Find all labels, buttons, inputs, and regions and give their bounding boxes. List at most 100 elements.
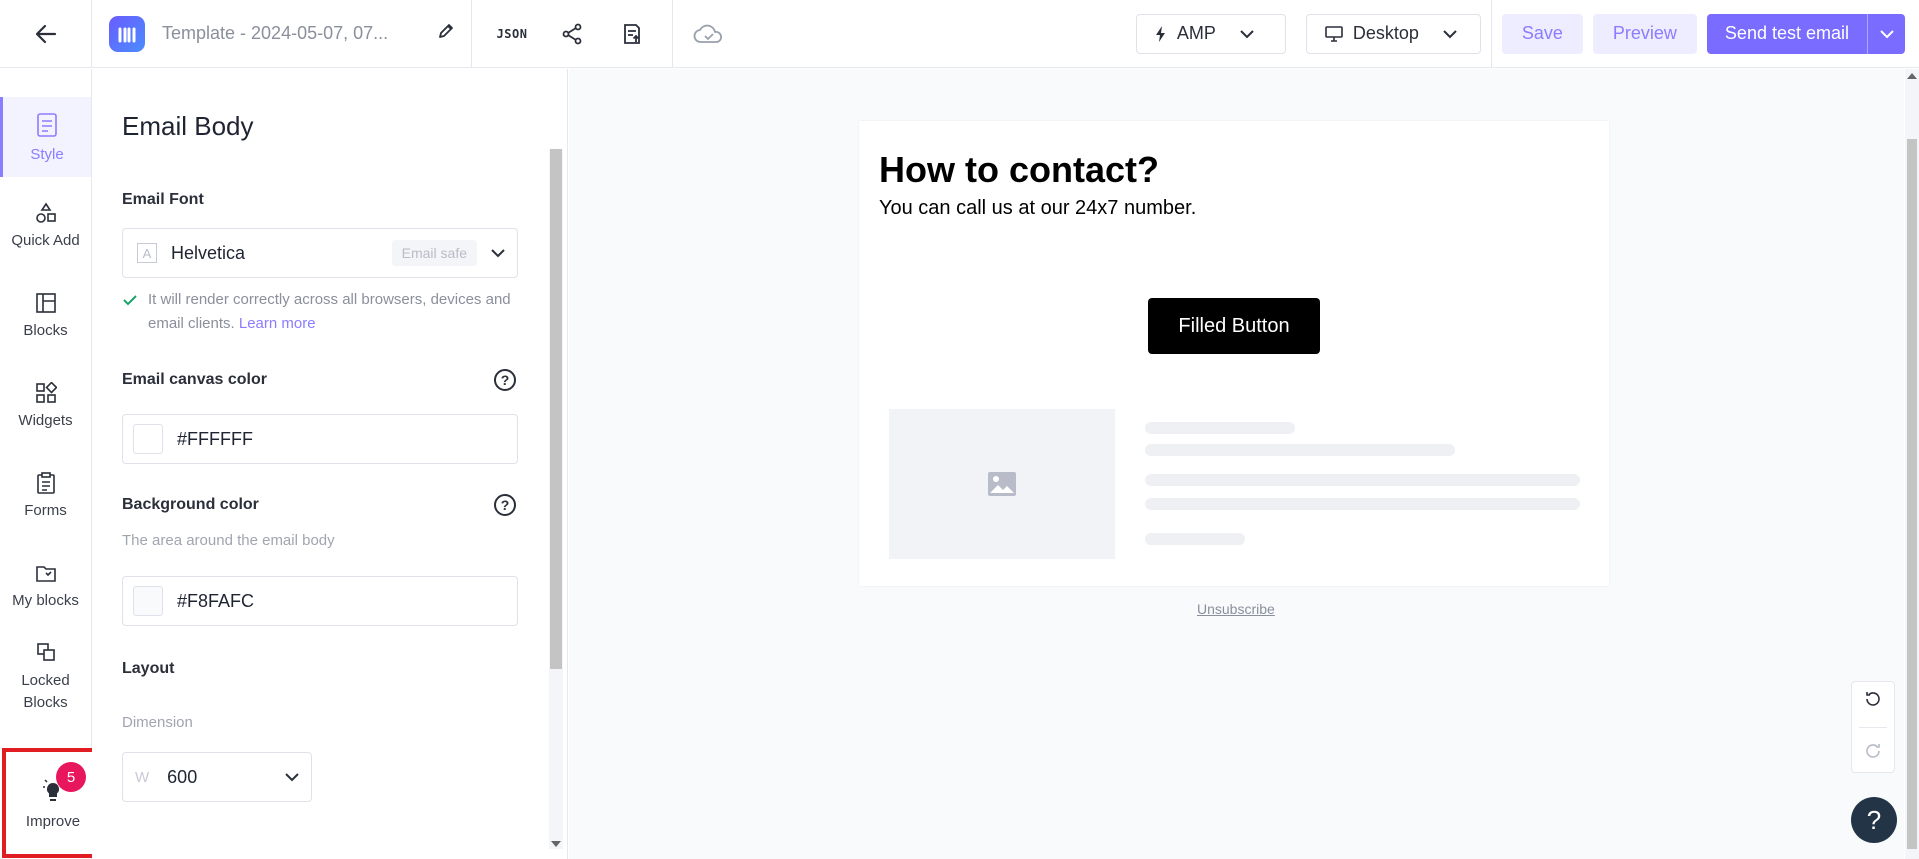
email-body-text[interactable]: You can call us at our 24x7 number. <box>879 197 1196 220</box>
amp-label: AMP <box>1176 23 1216 43</box>
monitor-icon <box>1325 25 1343 42</box>
sync-status <box>673 0 745 68</box>
cloud-icon <box>693 24 722 43</box>
locked-blocks-icon <box>36 643 55 661</box>
scroll-up-arrow[interactable] <box>1907 73 1917 79</box>
settings-panel: Email Body Email Font A Helvetica Email … <box>92 69 568 859</box>
background-color-input[interactable] <box>177 590 477 612</box>
canvas-color-help-icon[interactable]: ? <box>494 369 516 391</box>
width-prefix: W <box>135 768 150 786</box>
lightning-icon <box>1155 25 1165 42</box>
canvas-color-label: Email canvas color <box>122 371 267 388</box>
sidebar-item-blocks[interactable]: Blocks <box>0 292 91 339</box>
chevron-down-icon <box>285 773 299 782</box>
share-icon <box>562 23 582 44</box>
sidebar-item-label: Blocks <box>23 322 68 339</box>
width-select[interactable]: W 600 <box>122 752 312 802</box>
left-sidebar: Style Quick Add Blocks Widgets Forms My … <box>0 69 92 859</box>
email-font-select[interactable]: A Helvetica Email safe <box>122 228 518 278</box>
background-color-label: Background color <box>122 496 259 513</box>
top-toolbar: Template - 2024-05-07, 07... JSON AMP De… <box>0 0 1919 68</box>
sidebar-item-label: Widgets <box>18 412 73 429</box>
sidebar-item-my-blocks[interactable]: My blocks <box>0 562 91 609</box>
preview-button[interactable]: Preview <box>1592 13 1697 54</box>
panel-title: Email Body <box>122 111 254 141</box>
logo-icon <box>118 27 136 42</box>
undo-button[interactable] <box>1863 689 1883 714</box>
layout-icon <box>35 293 56 313</box>
background-color-help-icon[interactable]: ? <box>494 494 516 516</box>
sidebar-item-style[interactable]: Style <box>0 97 91 177</box>
back-button[interactable] <box>0 0 92 68</box>
send-test-email-button[interactable]: Send test email <box>1706 13 1905 54</box>
canvas-color-swatch[interactable] <box>133 424 163 454</box>
panel-scrollbar[interactable] <box>549 149 563 849</box>
text-placeholder-line <box>1145 498 1580 510</box>
sidebar-item-locked-blocks[interactable]: Locked Blocks <box>0 642 91 714</box>
export-button[interactable] <box>612 14 652 54</box>
template-title[interactable]: Template - 2024-05-07, 07... <box>162 23 392 44</box>
background-color-hint: The area around the email body <box>122 532 335 549</box>
sidebar-item-label: Quick Add <box>11 232 80 249</box>
text-placeholder-line <box>1145 474 1580 486</box>
layout-label: Layout <box>122 660 175 677</box>
scroll-down-arrow[interactable] <box>551 841 561 847</box>
width-value: 600 <box>167 766 198 787</box>
sidebar-item-widgets[interactable]: Widgets <box>0 382 91 429</box>
help-button[interactable]: ? <box>1851 797 1897 843</box>
sidebar-item-forms[interactable]: Forms <box>0 472 91 519</box>
sidebar-item-label: Forms <box>24 502 67 519</box>
canvas-color-field[interactable] <box>122 414 518 464</box>
improve-count-badge: 5 <box>56 762 86 792</box>
image-placeholder[interactable] <box>889 409 1115 559</box>
canvas-scrollbar[interactable] <box>1905 69 1919 859</box>
clipboard-icon <box>36 472 55 494</box>
unsubscribe-link[interactable]: Unsubscribe <box>1197 601 1275 617</box>
sidebar-item-label: Locked Blocks <box>21 672 70 711</box>
learn-more-link[interactable]: Learn more <box>239 315 316 332</box>
pencil-icon <box>439 24 453 38</box>
undo-icon <box>1866 691 1880 706</box>
document-export-icon <box>624 23 640 44</box>
redo-button[interactable] <box>1863 741 1883 766</box>
email-font-value: Helvetica <box>171 242 246 263</box>
improve-button[interactable]: Improve 5 <box>2 748 104 858</box>
share-button[interactable] <box>552 14 592 54</box>
sidebar-item-label: My blocks <box>12 592 79 609</box>
text-placeholder-line <box>1145 422 1295 434</box>
canvas-color-input[interactable] <box>177 428 477 450</box>
json-button[interactable]: JSON <box>492 14 532 54</box>
folder-icon <box>35 566 56 582</box>
canvas-scroll-thumb[interactable] <box>1907 139 1917 849</box>
font-compat-note: It will render correctly across all brow… <box>122 288 522 336</box>
email-font-label: Email Font <box>122 191 204 208</box>
email-body[interactable]: How to contact? You can call us at our 2… <box>859 121 1609 586</box>
shapes-icon <box>35 202 56 223</box>
chevron-down-icon <box>1240 29 1254 38</box>
device-label: Desktop <box>1352 23 1419 43</box>
arrow-left-icon <box>35 24 56 43</box>
font-icon: A <box>137 243 157 263</box>
panel-scroll-thumb[interactable] <box>550 149 562 669</box>
rename-button[interactable] <box>437 22 455 45</box>
send-test-email-label: Send test email <box>1724 23 1849 43</box>
font-note-text: It will render correctly across all brow… <box>148 291 511 332</box>
chevron-down-icon <box>491 249 505 258</box>
background-color-swatch[interactable] <box>133 586 163 616</box>
check-icon <box>123 295 137 306</box>
chevron-down-icon <box>1443 29 1457 38</box>
text-placeholder-line <box>1145 444 1455 456</box>
send-options-toggle[interactable] <box>1867 13 1905 54</box>
filled-button[interactable]: Filled Button <box>1148 298 1320 354</box>
device-dropdown[interactable]: Desktop <box>1305 13 1481 54</box>
save-button[interactable]: Save <box>1501 13 1583 54</box>
improve-label: Improve <box>25 812 81 830</box>
chevron-down-icon <box>1879 29 1894 38</box>
email-heading[interactable]: How to contact? <box>879 149 1159 191</box>
history-controls <box>1851 681 1895 773</box>
sidebar-item-quick-add[interactable]: Quick Add <box>0 202 91 249</box>
sidebar-item-label: Style <box>30 145 64 163</box>
redo-icon <box>1866 743 1880 758</box>
amp-dropdown[interactable]: AMP <box>1135 13 1286 54</box>
background-color-field[interactable] <box>122 576 518 626</box>
